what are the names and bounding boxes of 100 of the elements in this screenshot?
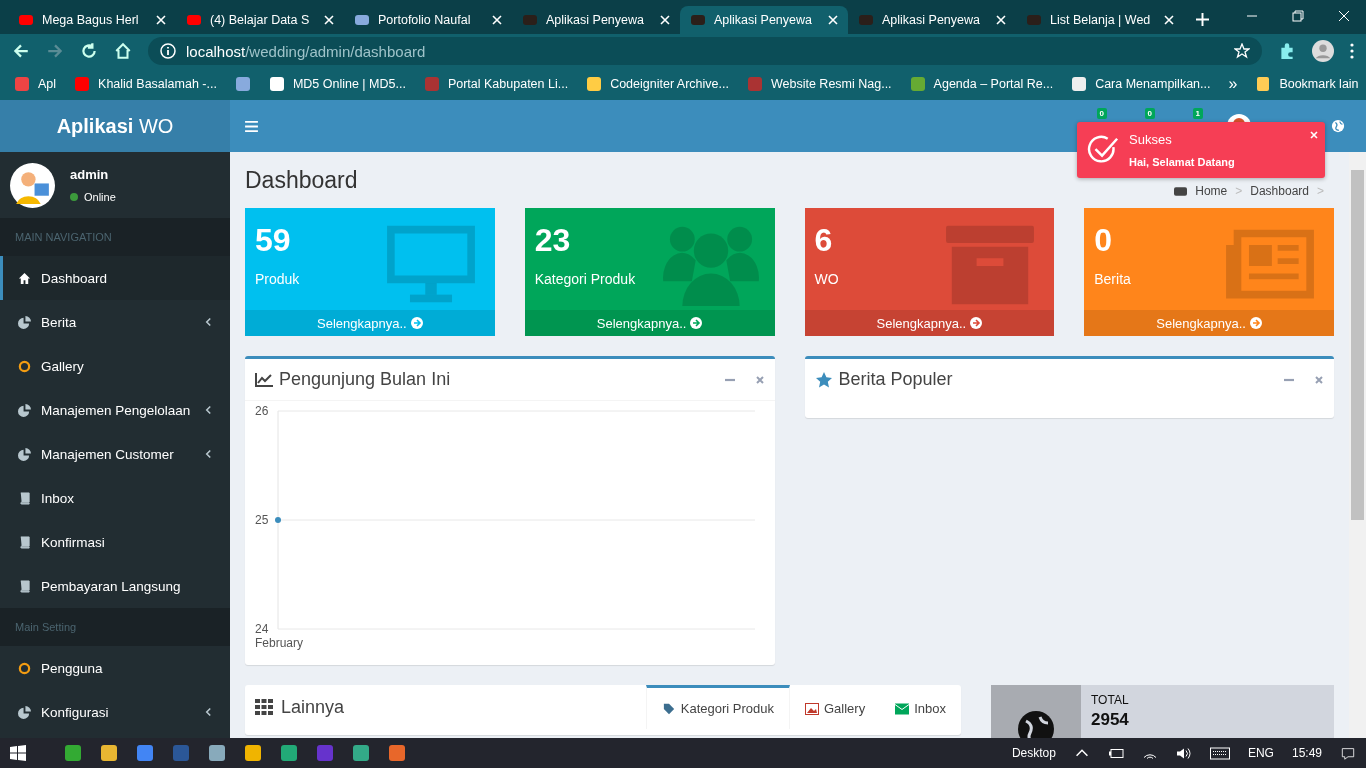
browser-tab[interactable]: Aplikasi Penyewa [512, 6, 680, 34]
stat-value: 59 [255, 222, 292, 259]
windows-start-icon[interactable] [10, 745, 26, 761]
nav-item[interactable]: Manajemen Customer [0, 432, 230, 476]
breadcrumb-separator: > [1317, 184, 1324, 198]
bookmark[interactable]: Codeigniter Archive... [586, 76, 729, 92]
folder-icon [1255, 76, 1272, 92]
notification-icon[interactable] [1340, 746, 1356, 760]
panel-tab[interactable]: Kategori Produk [645, 685, 790, 729]
panel-tab[interactable]: Gallery [790, 685, 881, 729]
panel-title: Lainnya [281, 696, 346, 719]
favicon-icon [746, 76, 763, 92]
favicon-icon [1071, 76, 1088, 92]
taskbar-app-icon[interactable] [244, 744, 262, 762]
browser-tab[interactable]: Portofolio Naufal [344, 6, 512, 34]
taskbar-app-icon[interactable] [280, 744, 298, 762]
dashboard-icon [1174, 186, 1188, 196]
taskbar-app-icon[interactable] [208, 744, 226, 762]
extensions-icon[interactable] [1278, 42, 1296, 60]
stat-value: 0 [1094, 222, 1114, 259]
restore-icon[interactable] [1292, 10, 1304, 22]
browser-tab[interactable]: Aplikasi Penyewa [848, 6, 1016, 34]
breadcrumb-link[interactable]: Home [1195, 184, 1228, 198]
bookmark[interactable] [234, 76, 251, 92]
address-field[interactable]: localhost/wedding/admin/dashboard [148, 37, 1262, 65]
bookmark[interactable]: Portal Kabupaten Li... [423, 76, 569, 92]
speaker-icon[interactable] [1175, 746, 1192, 760]
nav-item[interactable]: Berita [0, 300, 230, 344]
image-icon [805, 702, 819, 715]
taskbar-app-icon[interactable] [388, 744, 406, 762]
tag-icon [661, 702, 676, 715]
bookmark[interactable]: Website Resmi Nag... [746, 76, 892, 92]
toast-message: Hai, Selamat Datang [1129, 156, 1235, 168]
favicon-icon [423, 76, 440, 92]
favicon-icon [186, 12, 202, 28]
desktop-toolbar[interactable]: Desktop [1011, 746, 1056, 760]
book-icon [18, 491, 31, 505]
favicon-icon [858, 12, 874, 28]
browser-tab[interactable]: Mega Bagus Herl [8, 6, 176, 34]
nav-item[interactable]: Konfigurasi [0, 690, 230, 734]
envelope-icon [895, 702, 910, 715]
menu-icon[interactable] [1350, 43, 1354, 59]
bookmark[interactable]: Apl [14, 76, 57, 92]
scrollbar-thumb[interactable] [1351, 170, 1364, 520]
nav-item[interactable]: Inbox [0, 476, 230, 520]
nav-section-header: MAIN NAVIGATION [0, 218, 230, 256]
info-icon[interactable] [160, 43, 176, 59]
tab-title: Mega Bagus Herl [42, 13, 140, 27]
page-title: Dashboard [245, 167, 359, 195]
circle-icon [18, 359, 31, 373]
reload-icon[interactable] [80, 42, 98, 60]
x-tick-label: February [255, 636, 304, 650]
keyboard-icon[interactable] [1209, 746, 1230, 760]
nav-item[interactable]: Gallery [0, 344, 230, 388]
globe-icon[interactable] [1331, 119, 1345, 133]
taskbar-app-icon[interactable] [352, 744, 370, 762]
clock[interactable]: 15:49 [1291, 746, 1322, 760]
nav-item[interactable]: Manajemen Pengelolaan [0, 388, 230, 432]
user-name: admin [70, 167, 110, 182]
y-tick-label: 24 [255, 622, 269, 636]
stat-value: 6 [814, 222, 834, 259]
more-info-link[interactable]: Selengkapnya.. [524, 310, 775, 336]
arrow-circle-right-icon [410, 317, 423, 329]
taskbar-app-icon[interactable] [100, 744, 118, 762]
panel-tab[interactable]: Inbox [880, 685, 961, 729]
user-avatar [10, 162, 55, 208]
new-tab-icon[interactable] [1196, 13, 1209, 26]
bookmark[interactable]: Khalid Basalamah -... [74, 76, 217, 92]
browser-tab[interactable]: (4) Belajar Data S [176, 6, 344, 34]
nav-section-header: Main Setting [0, 608, 230, 646]
nav-item[interactable]: Dashboard [0, 256, 230, 300]
bookmark[interactable]: Bookmark lain [1255, 76, 1359, 92]
bookmark[interactable]: MD5 Online | MD5... [268, 76, 406, 92]
panel-title: Berita Populer [838, 369, 954, 390]
language-indicator[interactable]: ENG [1247, 746, 1274, 760]
app-logo[interactable]: Aplikasi WO [0, 100, 230, 152]
back-icon[interactable] [12, 42, 30, 60]
nav-item[interactable]: Konfirmasi [0, 520, 230, 564]
profile-icon[interactable] [1312, 40, 1334, 62]
bookmark[interactable]: Cara Menampilkan... [1071, 76, 1211, 92]
line-chart-icon [255, 371, 273, 388]
battery-icon[interactable] [1107, 746, 1124, 760]
nav-item[interactable]: Pengguna [0, 646, 230, 690]
pie-chart-icon [18, 447, 31, 461]
panel-title: Pengunjung Bulan Ini [279, 369, 452, 390]
browser-tab[interactable]: Aplikasi Penyewa [680, 6, 848, 34]
more-bookmarks-button[interactable]: » [1228, 75, 1238, 93]
bookmark-star-icon[interactable] [1234, 43, 1250, 59]
toast-title: Sukses [1129, 132, 1173, 147]
browser-tab[interactable]: List Belanja | Wed [1016, 6, 1184, 34]
taskbar-app-icon[interactable] [136, 744, 154, 762]
taskbar-app-icon[interactable] [64, 744, 82, 762]
nav-item[interactable]: Pembayaran Langsung [0, 564, 230, 608]
home-icon[interactable] [114, 42, 132, 60]
check-circle-icon [1087, 134, 1119, 166]
bookmark[interactable]: Agenda – Portal Re... [909, 76, 1054, 92]
stat-label: Kategori Produk [534, 271, 637, 287]
menu-icon[interactable] [245, 120, 258, 132]
more-info-link[interactable]: Selengkapnya.. [804, 310, 1055, 336]
y-tick-label: 25 [255, 513, 269, 527]
